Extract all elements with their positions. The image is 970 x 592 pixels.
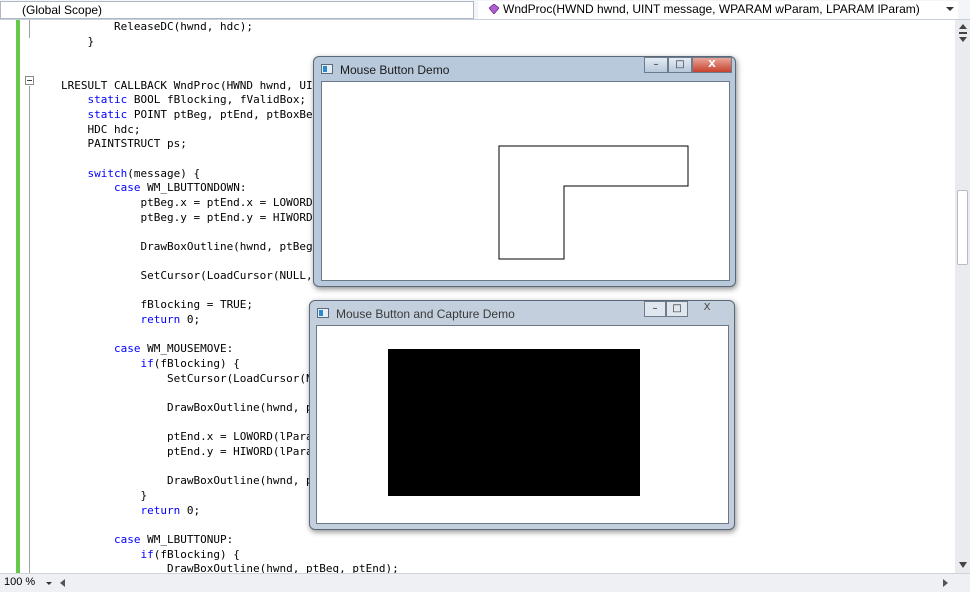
- close-button[interactable]: X: [692, 57, 732, 73]
- client-area[interactable]: [316, 325, 729, 524]
- outline-guide: [29, 20, 30, 38]
- scope-label: (Global Scope): [22, 3, 103, 17]
- navigation-bar: (Global Scope) WndProc(HWND hwnd, UINT m…: [0, 0, 970, 20]
- window-title: Mouse Button and Capture Demo: [336, 307, 515, 321]
- indicator-margin: [0, 20, 16, 573]
- member-label: WndProc(HWND hwnd, UINT message, WPARAM …: [503, 2, 920, 16]
- application-icon: [317, 308, 329, 318]
- chevron-down-icon: [946, 7, 954, 11]
- maximize-button[interactable]: □: [668, 57, 692, 73]
- code-line[interactable]: case WM_LBUTTONUP:: [61, 533, 399, 548]
- box-outline-drawing: [498, 145, 689, 260]
- mouse-button-demo-window[interactable]: Mouse Button Demo – □ X: [313, 56, 736, 287]
- split-handle-icon[interactable]: [959, 24, 967, 42]
- code-line[interactable]: if(fBlocking) {: [61, 548, 399, 563]
- vertical-scrollbar[interactable]: [955, 20, 970, 573]
- capture-demo-window[interactable]: Mouse Button and Capture Demo – □ X: [309, 300, 735, 530]
- scroll-left-icon[interactable]: [60, 579, 65, 587]
- member-dropdown[interactable]: WndProc(HWND hwnd, UINT message, WPARAM …: [478, 1, 958, 19]
- minimize-button[interactable]: –: [644, 301, 666, 317]
- code-line[interactable]: ReleaseDC(hwnd, hdc);: [61, 20, 399, 35]
- filled-box: [388, 349, 640, 496]
- minimize-button[interactable]: –: [644, 57, 668, 73]
- zoom-level[interactable]: 100 %: [4, 576, 35, 588]
- scroll-right-icon[interactable]: [943, 579, 948, 587]
- vertical-scroll-thumb[interactable]: [957, 190, 968, 265]
- outline-guide: [29, 86, 30, 573]
- collapse-icon[interactable]: [25, 76, 34, 85]
- close-button[interactable]: X: [692, 301, 722, 317]
- application-icon: [321, 64, 333, 74]
- method-icon: [489, 4, 499, 14]
- zoom-dropdown-icon[interactable]: [46, 582, 52, 585]
- scroll-down-icon[interactable]: [959, 562, 967, 568]
- scope-dropdown[interactable]: (Global Scope): [0, 1, 474, 19]
- client-area[interactable]: [321, 81, 730, 281]
- code-line[interactable]: }: [61, 35, 399, 50]
- window-title: Mouse Button Demo: [340, 63, 450, 77]
- change-tracking-bar: [16, 20, 20, 573]
- horizontal-scrollbar[interactable]: 100 %: [0, 573, 970, 592]
- maximize-button[interactable]: □: [666, 301, 688, 317]
